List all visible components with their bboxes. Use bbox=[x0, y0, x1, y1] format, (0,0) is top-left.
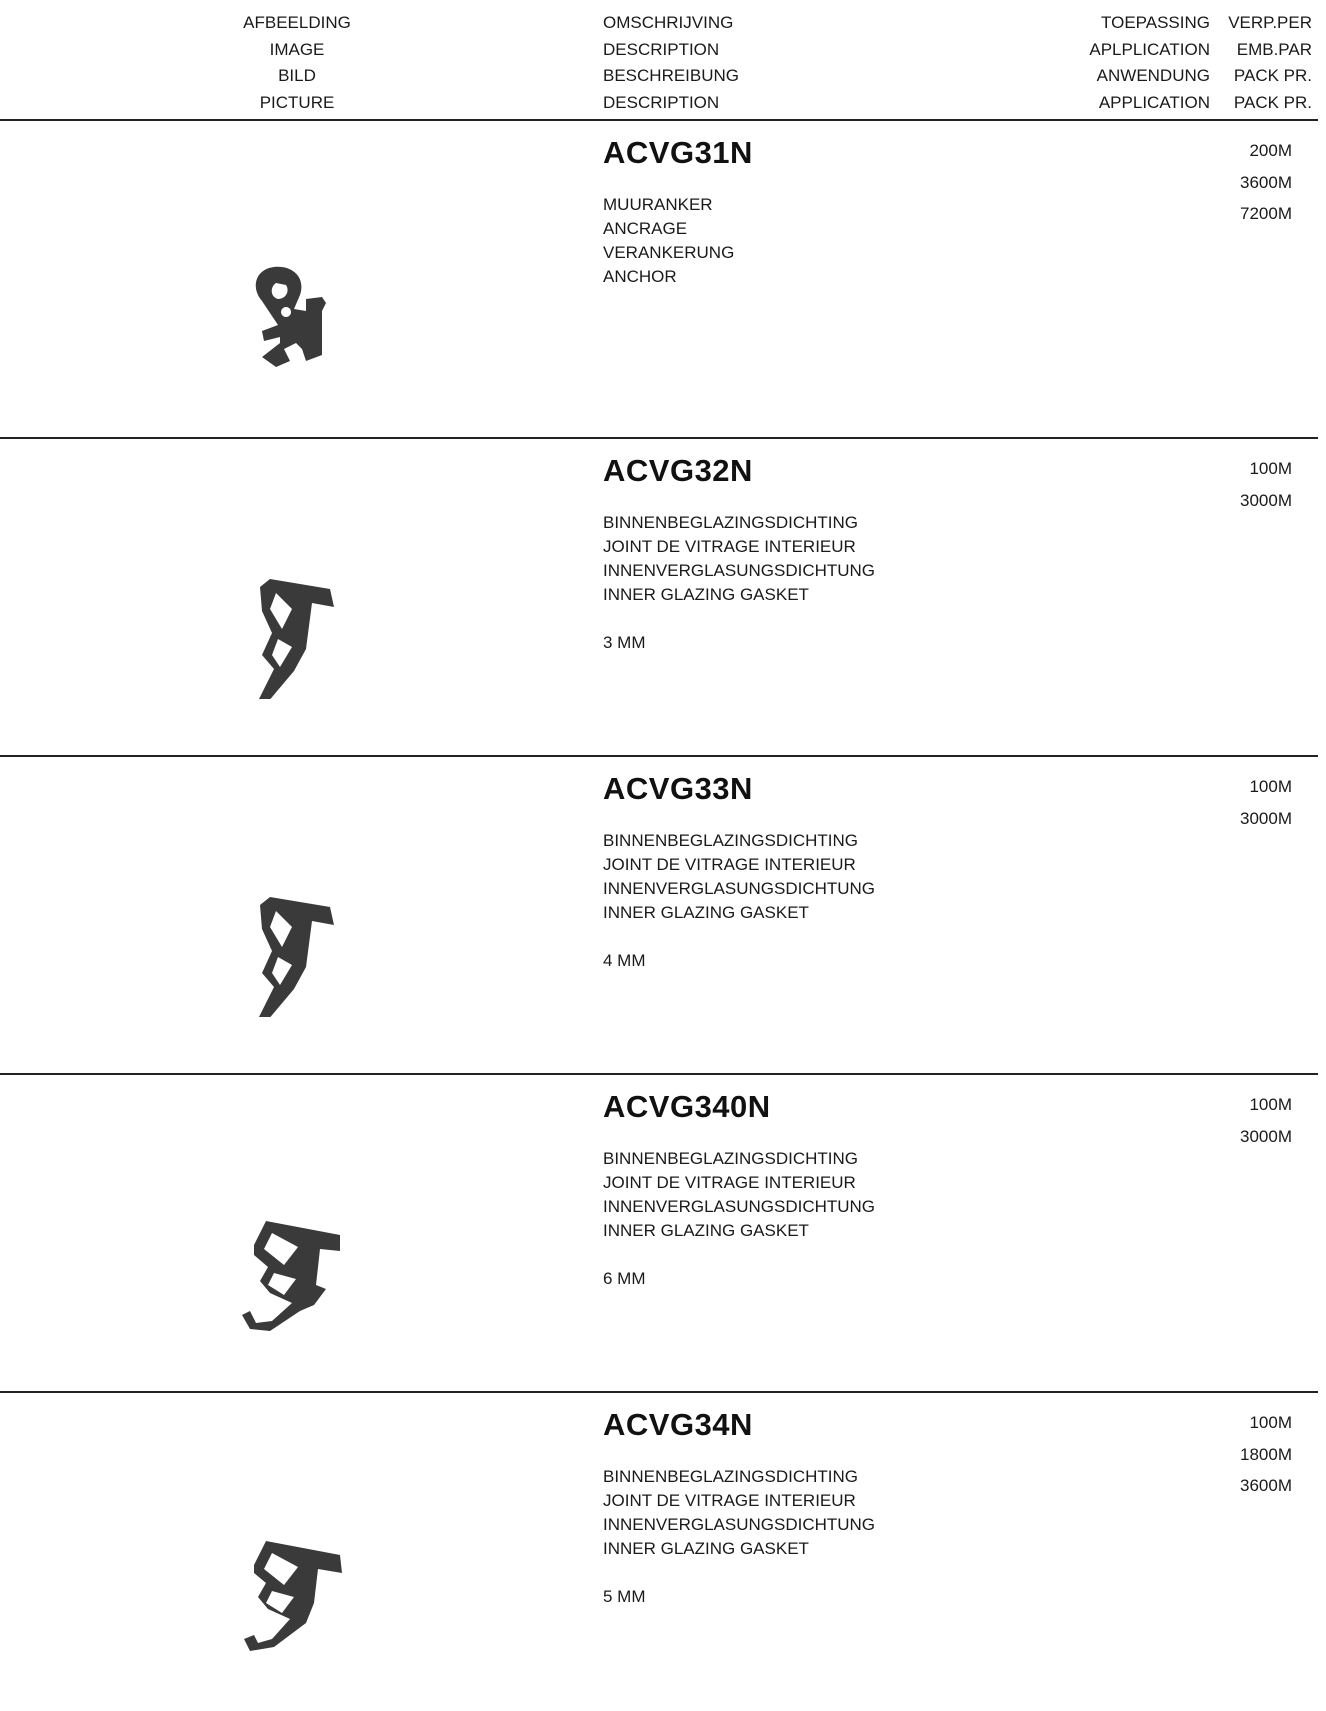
header-label: IMAGE bbox=[269, 39, 325, 59]
pack-quantity: 100M bbox=[1249, 777, 1292, 796]
header-label: BILD bbox=[278, 66, 316, 85]
pack-quantity: 100M bbox=[1249, 1095, 1292, 1114]
header-label: PICTURE bbox=[259, 92, 335, 112]
product-size: 5 MM bbox=[603, 1587, 646, 1606]
header-label: ANWENDUNG bbox=[1096, 66, 1210, 85]
description-line: INNENVERGLASUNGSDICHTUNG bbox=[603, 879, 876, 898]
description-column-header: OMSCHRIJVING DESCRIPTION BESCHREIBUNG DE… bbox=[603, 10, 739, 116]
pack-quantity: 3000M bbox=[1240, 808, 1292, 828]
header-label: TOEPASSING bbox=[1101, 13, 1210, 32]
pack-quantity: 200M bbox=[1249, 141, 1292, 160]
header-label: BESCHREIBUNG bbox=[603, 66, 740, 85]
product-size: 4 MM bbox=[603, 951, 646, 970]
header-label: DESCRIPTION bbox=[603, 92, 720, 112]
header-label: AFBEELDING bbox=[243, 13, 351, 32]
header-label: APPLICATION bbox=[1098, 92, 1210, 112]
pack-quantities: 100M 3000M bbox=[1216, 771, 1292, 834]
header-label: DESCRIPTION bbox=[603, 39, 720, 59]
table-header: AFBEELDING IMAGE BILD PICTURE OMSCHRIJVI… bbox=[0, 0, 1326, 120]
header-label: VERP.PER bbox=[1228, 13, 1312, 32]
description-line: JOINT DE VITRAGE INTERIEUR bbox=[603, 855, 856, 874]
anchor-profile-icon bbox=[210, 181, 370, 381]
product-size: 3 MM bbox=[603, 633, 646, 652]
description-line: INNER GLAZING GASKET bbox=[603, 585, 809, 604]
description-line: BINNENBEGLAZINGSDICHTING bbox=[603, 831, 859, 850]
description-line: BINNENBEGLAZINGSDICHTING bbox=[603, 513, 859, 532]
product-code: ACVG32N bbox=[603, 453, 753, 488]
product-row: ACVG33N BINNENBEGLAZINGSDICHTING JOINT D… bbox=[0, 757, 1326, 1075]
pack-quantity: 3000M bbox=[1240, 490, 1292, 510]
product-description: BINNENBEGLAZINGSDICHTING JOINT DE VITRAG… bbox=[603, 1465, 875, 1609]
product-code: ACVG34N bbox=[603, 1407, 753, 1442]
pack-quantity: 3600M bbox=[1240, 1476, 1292, 1495]
pack-quantities: 100M 3000M bbox=[1216, 1089, 1292, 1152]
product-description: BINNENBEGLAZINGSDICHTING JOINT DE VITRAG… bbox=[603, 829, 875, 973]
header-label: APLPLICATION bbox=[1089, 39, 1210, 59]
description-line: JOINT DE VITRAGE INTERIEUR bbox=[603, 1491, 856, 1510]
pack-quantities: 100M 3000M bbox=[1216, 453, 1292, 516]
pack-quantities: 100M 1800M 3600M bbox=[1216, 1407, 1292, 1502]
product-description: BINNENBEGLAZINGSDICHTING JOINT DE VITRAG… bbox=[603, 511, 875, 655]
glazing-gasket-profile-icon bbox=[210, 1453, 370, 1653]
description-line: INNENVERGLASUNGSDICHTUNG bbox=[603, 1515, 876, 1534]
description-line: INNER GLAZING GASKET bbox=[603, 1221, 809, 1240]
description-line: BINNENBEGLAZINGSDICHTING bbox=[603, 1467, 859, 1486]
product-row: ACVG31N MUURANKER ANCRAGE VERANKERUNG AN… bbox=[0, 121, 1326, 439]
description-line: INNENVERGLASUNGSDICHTUNG bbox=[603, 561, 876, 580]
description-line: MUURANKER bbox=[603, 195, 713, 214]
description-line: ANCHOR bbox=[603, 267, 677, 286]
glazing-gasket-profile-icon bbox=[210, 817, 370, 1017]
pack-quantity: 3600M bbox=[1240, 172, 1292, 192]
application-column-header: TOEPASSING APLPLICATION ANWENDUNG APPLIC… bbox=[1060, 10, 1210, 116]
description-line: INNER GLAZING GASKET bbox=[603, 1539, 809, 1558]
pack-quantity: 100M bbox=[1249, 1413, 1292, 1432]
header-label: PACK PR. bbox=[1233, 92, 1312, 112]
pack-quantities: 200M 3600M 7200M bbox=[1216, 135, 1292, 230]
packaging-column-header: VERP.PER EMB.PAR PACK PR. PACK PR. bbox=[1216, 10, 1312, 116]
description-line: VERANKERUNG bbox=[603, 243, 735, 262]
header-label: EMB.PAR bbox=[1236, 39, 1312, 59]
glazing-gasket-profile-icon bbox=[210, 1135, 370, 1335]
product-code: ACVG31N bbox=[603, 135, 753, 170]
header-label: OMSCHRIJVING bbox=[603, 13, 734, 32]
product-code: ACVG33N bbox=[603, 771, 753, 806]
description-line: INNENVERGLASUNGSDICHTUNG bbox=[603, 1197, 876, 1216]
description-line: JOINT DE VITRAGE INTERIEUR bbox=[603, 537, 856, 556]
product-size: 6 MM bbox=[603, 1269, 646, 1288]
image-column-header: AFBEELDING IMAGE BILD PICTURE bbox=[197, 10, 397, 116]
description-line: ANCRAGE bbox=[603, 219, 688, 238]
product-description: BINNENBEGLAZINGSDICHTING JOINT DE VITRAG… bbox=[603, 1147, 875, 1291]
product-row: ACVG340N BINNENBEGLAZINGSDICHTING JOINT … bbox=[0, 1075, 1326, 1393]
description-line: BINNENBEGLAZINGSDICHTING bbox=[603, 1149, 859, 1168]
description-line: INNER GLAZING GASKET bbox=[603, 903, 809, 922]
product-description: MUURANKER ANCRAGE VERANKERUNG ANCHOR bbox=[603, 193, 734, 289]
product-row: ACVG34N BINNENBEGLAZINGSDICHTING JOINT D… bbox=[0, 1393, 1326, 1711]
pack-quantity: 3000M bbox=[1240, 1126, 1292, 1146]
description-line: JOINT DE VITRAGE INTERIEUR bbox=[603, 1173, 856, 1192]
pack-quantity: 1800M bbox=[1240, 1444, 1292, 1464]
glazing-gasket-profile-icon bbox=[210, 499, 370, 699]
product-row: ACVG32N BINNENBEGLAZINGSDICHTING JOINT D… bbox=[0, 439, 1326, 757]
pack-quantity: 7200M bbox=[1240, 204, 1292, 223]
pack-quantity: 100M bbox=[1249, 459, 1292, 478]
product-code: ACVG340N bbox=[603, 1089, 771, 1124]
header-label: PACK PR. bbox=[1233, 66, 1312, 85]
